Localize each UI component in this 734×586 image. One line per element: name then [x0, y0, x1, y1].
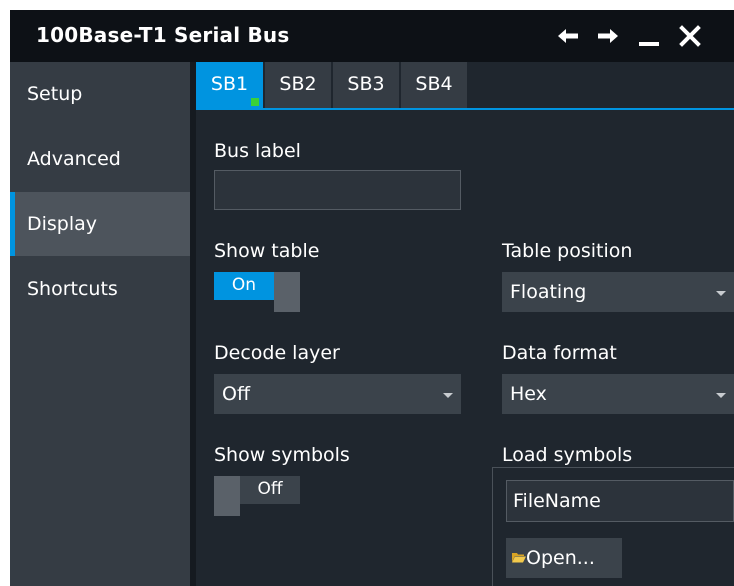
filename-value: FileName: [513, 490, 601, 512]
select-value: Hex: [510, 383, 547, 405]
content-edge: [190, 62, 196, 586]
sidebar-item-label: Setup: [27, 83, 83, 105]
serial-bus-dialog: 100Base-T1 Serial Bus Setup Advanced Dis…: [10, 10, 734, 586]
dialog-title: 100Base-T1 Serial Bus: [36, 23, 290, 47]
tab-sb4[interactable]: SB4: [401, 62, 467, 108]
tab-sb3[interactable]: SB3: [333, 62, 399, 108]
decode-layer-select[interactable]: Off: [214, 374, 461, 414]
open-button-label: Open...: [526, 547, 595, 569]
filename-field[interactable]: FileName: [506, 480, 734, 522]
chevron-down-icon: [716, 393, 726, 398]
sidebar-item-label: Shortcuts: [27, 278, 118, 300]
table-position-label: Table position: [502, 240, 633, 262]
sidebar: Setup Advanced Display Shortcuts: [10, 62, 190, 586]
bus-label-label: Bus label: [214, 140, 301, 162]
select-value: Floating: [510, 281, 587, 303]
toggle-state-label: On: [231, 275, 257, 295]
data-format-label: Data format: [502, 342, 617, 364]
sidebar-item-advanced[interactable]: Advanced: [10, 127, 190, 191]
decode-layer-label: Decode layer: [214, 342, 340, 364]
minimize-icon[interactable]: [634, 20, 666, 52]
load-symbols-label: Load symbols: [502, 444, 633, 466]
toggle-knob: [274, 272, 300, 312]
open-button[interactable]: Open...: [506, 538, 622, 578]
active-indicator: [10, 192, 15, 256]
close-icon[interactable]: [674, 20, 706, 52]
sidebar-item-label: Advanced: [27, 148, 121, 170]
content-panel: SB1 SB2 SB3 SB4 Bus label Show table On …: [190, 62, 734, 586]
chevron-down-icon: [716, 291, 726, 296]
tab-sb2[interactable]: SB2: [265, 62, 331, 108]
tab-label: SB2: [279, 73, 317, 95]
back-arrow-icon[interactable]: [552, 20, 584, 52]
toggle-state-label: Off: [257, 479, 283, 499]
data-format-select[interactable]: Hex: [502, 374, 734, 414]
sidebar-item-shortcuts[interactable]: Shortcuts: [10, 257, 190, 321]
sidebar-item-display[interactable]: Display: [10, 192, 190, 256]
toggle-on-segment: On: [214, 272, 274, 300]
show-table-toggle[interactable]: On: [214, 272, 306, 312]
tab-label: SB1: [210, 73, 249, 95]
forward-arrow-icon[interactable]: [592, 20, 624, 52]
folder-open-icon: [512, 553, 526, 563]
sidebar-item-label: Display: [27, 213, 98, 235]
show-symbols-label: Show symbols: [214, 444, 350, 466]
tab-label: SB4: [415, 73, 453, 95]
title-bar: 100Base-T1 Serial Bus: [10, 10, 734, 62]
toggle-knob: [214, 476, 240, 516]
select-value: Off: [222, 383, 251, 405]
table-position-select[interactable]: Floating: [502, 272, 734, 312]
tab-bar: SB1 SB2 SB3 SB4: [196, 62, 734, 110]
chevron-down-icon: [443, 393, 453, 398]
sidebar-item-setup[interactable]: Setup: [10, 62, 190, 126]
show-symbols-toggle[interactable]: Off: [214, 476, 306, 516]
tab-label: SB3: [347, 73, 385, 95]
toggle-off-segment: Off: [240, 476, 300, 504]
status-indicator: [251, 98, 259, 106]
tab-sb1[interactable]: SB1: [196, 62, 263, 108]
show-table-label: Show table: [214, 240, 320, 262]
bus-label-input[interactable]: [214, 170, 461, 210]
